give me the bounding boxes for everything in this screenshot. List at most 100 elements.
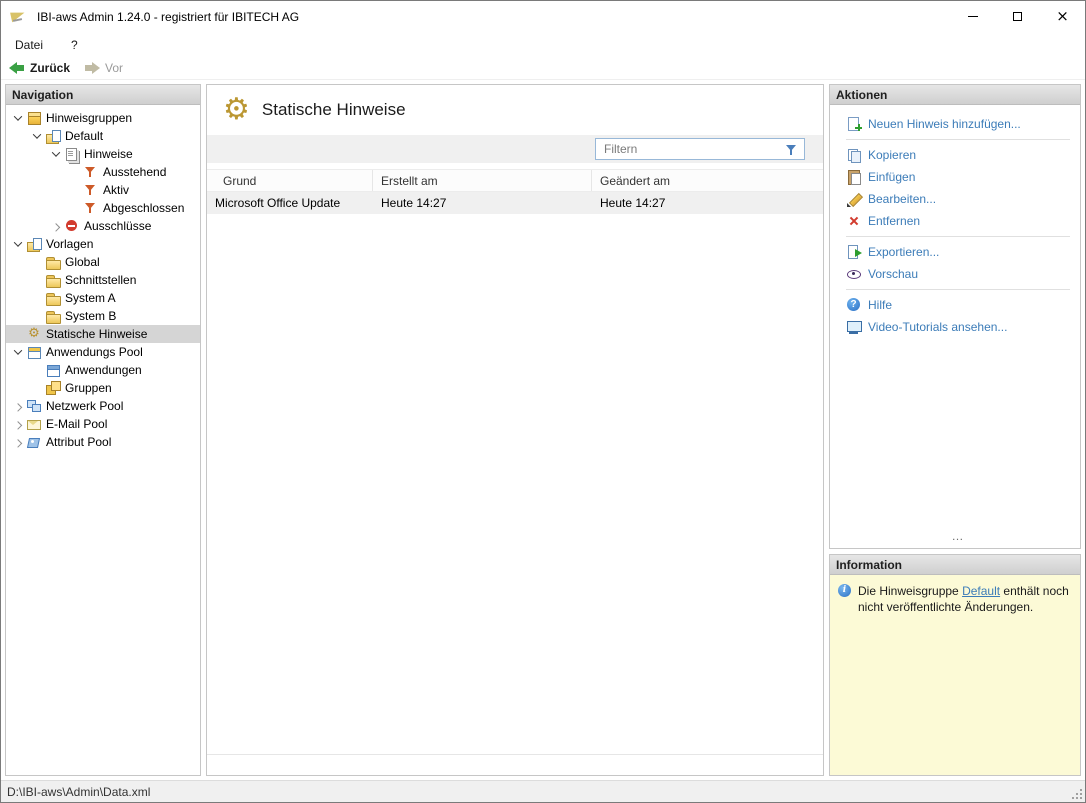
folder-page-icon bbox=[45, 128, 61, 144]
tree-item-label: Global bbox=[65, 255, 100, 269]
column-header-erstellt-am[interactable]: Erstellt am bbox=[373, 170, 592, 191]
funnel-icon bbox=[83, 200, 99, 216]
chevron-down-icon[interactable] bbox=[13, 347, 23, 357]
tree-item-label: Aktiv bbox=[103, 183, 129, 197]
tree-item-label: Ausstehend bbox=[103, 165, 166, 179]
funnel-icon bbox=[83, 164, 99, 180]
action-label: Vorschau bbox=[868, 267, 918, 281]
filter-input[interactable] bbox=[596, 142, 804, 156]
menu-help[interactable]: ? bbox=[71, 38, 78, 52]
action-paste[interactable]: Einfügen bbox=[846, 166, 1070, 188]
back-button[interactable]: Zurück bbox=[9, 61, 70, 75]
action-video-tutorials[interactable]: Video-Tutorials ansehen... bbox=[846, 316, 1070, 338]
actions-body: Neuen Hinweis hinzufügen... Kopieren Ein… bbox=[830, 105, 1080, 548]
chevron-right-icon[interactable] bbox=[51, 221, 61, 231]
chevron-right-icon[interactable] bbox=[13, 419, 23, 429]
default-group-link[interactable]: Default bbox=[962, 584, 1000, 598]
chevron-down-icon[interactable] bbox=[32, 131, 42, 141]
tree-item-label: Anwendungs Pool bbox=[46, 345, 143, 359]
minimize-button[interactable] bbox=[950, 1, 995, 32]
sidebar-item-e-mail-pool[interactable]: E-Mail Pool bbox=[6, 415, 200, 433]
sidebar-item-hinweise[interactable]: Hinweise bbox=[6, 145, 200, 163]
groups-icon bbox=[45, 380, 61, 396]
chevron-down-icon[interactable] bbox=[13, 239, 23, 249]
actions-overflow[interactable]: … bbox=[846, 529, 1070, 544]
tree-item-label: System B bbox=[65, 309, 116, 323]
help-icon bbox=[846, 297, 862, 313]
forward-button[interactable]: Vor bbox=[84, 61, 123, 75]
folder-icon bbox=[45, 272, 61, 288]
close-button[interactable]: × bbox=[1040, 1, 1085, 32]
sidebar-item-system-b[interactable]: System B bbox=[6, 307, 200, 325]
chevron-down-icon[interactable] bbox=[13, 113, 23, 123]
maximize-icon bbox=[1013, 12, 1022, 21]
filter-band bbox=[207, 135, 823, 163]
sidebar-item-vorlagen[interactable]: Vorlagen bbox=[6, 235, 200, 253]
action-label: Entfernen bbox=[868, 214, 920, 228]
filter-funnel-icon[interactable] bbox=[784, 142, 800, 158]
tree-item-label: E-Mail Pool bbox=[46, 417, 107, 431]
action-preview[interactable]: Vorschau bbox=[846, 263, 1070, 285]
sidebar-item-ausstehend[interactable]: Ausstehend bbox=[6, 163, 200, 181]
sidebar-item-ausschluesse[interactable]: Ausschlüsse bbox=[6, 217, 200, 235]
tree-item-label: Ausschlüsse bbox=[84, 219, 151, 233]
action-label: Neuen Hinweis hinzufügen... bbox=[868, 117, 1021, 131]
tree-item-label: Attribut Pool bbox=[46, 435, 111, 449]
title-bar[interactable]: IBI-aws Admin 1.24.0 - registriert für I… bbox=[1, 1, 1085, 32]
mail-icon bbox=[26, 416, 42, 432]
action-remove[interactable]: Entfernen bbox=[846, 210, 1070, 232]
sidebar-item-system-a[interactable]: System A bbox=[6, 289, 200, 307]
action-help[interactable]: Hilfe bbox=[846, 294, 1070, 316]
action-add-hint[interactable]: Neuen Hinweis hinzufügen... bbox=[846, 113, 1070, 135]
sidebar-item-hinweisgruppen[interactable]: Hinweisgruppen bbox=[6, 109, 200, 127]
column-header-grund[interactable]: Grund bbox=[207, 170, 373, 191]
export-icon bbox=[846, 244, 862, 260]
sidebar-item-aktiv[interactable]: Aktiv bbox=[6, 181, 200, 199]
sidebar-item-attribut-pool[interactable]: Attribut Pool bbox=[6, 433, 200, 451]
cell-geaendert-am: Heute 14:27 bbox=[592, 192, 823, 214]
chevron-right-icon[interactable] bbox=[13, 437, 23, 447]
tree-item-label: Hinweise bbox=[84, 147, 133, 161]
sidebar-item-anwendungen[interactable]: Anwendungen bbox=[6, 361, 200, 379]
folder-icon bbox=[45, 254, 61, 270]
apps-pool-icon bbox=[26, 344, 42, 360]
sidebar-item-default[interactable]: Default bbox=[6, 127, 200, 145]
package-icon bbox=[26, 110, 42, 126]
resize-grip[interactable] bbox=[1070, 787, 1082, 799]
copy-icon bbox=[846, 147, 862, 163]
tool-bar: Zurück Vor bbox=[1, 57, 1085, 80]
tree-item-label: System A bbox=[65, 291, 116, 305]
client-area: Navigation Hinweisgruppen Default Hinwei… bbox=[1, 80, 1085, 780]
sidebar-item-schnittstellen[interactable]: Schnittstellen bbox=[6, 271, 200, 289]
information-message: Die Hinweisgruppe Default enthält noch n… bbox=[858, 583, 1072, 615]
sidebar-item-gruppen[interactable]: Gruppen bbox=[6, 379, 200, 397]
tree-item-label: Anwendungen bbox=[65, 363, 142, 377]
actions-header: Aktionen bbox=[830, 85, 1080, 105]
sidebar-item-statische-hinweise[interactable]: Statische Hinweise bbox=[6, 325, 200, 343]
edit-pencil-icon bbox=[846, 191, 862, 207]
eye-icon bbox=[846, 266, 862, 282]
menu-datei[interactable]: Datei bbox=[15, 38, 43, 52]
table-row[interactable]: Microsoft Office Update Heute 14:27 Heut… bbox=[207, 192, 823, 214]
maximize-button[interactable] bbox=[995, 1, 1040, 32]
information-body: Die Hinweisgruppe Default enthält noch n… bbox=[830, 575, 1080, 775]
sidebar-item-global[interactable]: Global bbox=[6, 253, 200, 271]
action-label: Exportieren... bbox=[868, 245, 939, 259]
chevron-right-icon[interactable] bbox=[13, 401, 23, 411]
action-label: Kopieren bbox=[868, 148, 916, 162]
sidebar-item-netzwerk-pool[interactable]: Netzwerk Pool bbox=[6, 397, 200, 415]
no-entry-icon bbox=[64, 218, 80, 234]
column-header-geaendert-am[interactable]: Geändert am bbox=[592, 170, 823, 191]
action-label: Video-Tutorials ansehen... bbox=[868, 320, 1007, 334]
window-icon bbox=[45, 362, 61, 378]
sidebar-item-anwendungs-pool[interactable]: Anwendungs Pool bbox=[6, 343, 200, 361]
tree-item-label: Default bbox=[65, 129, 103, 143]
close-icon: × bbox=[1056, 9, 1069, 24]
hints-list: Grund Erstellt am Geändert am Microsoft … bbox=[207, 163, 823, 755]
chevron-down-icon[interactable] bbox=[51, 149, 61, 159]
action-export[interactable]: Exportieren... bbox=[846, 241, 1070, 263]
action-label: Bearbeiten... bbox=[868, 192, 936, 206]
action-edit[interactable]: Bearbeiten... bbox=[846, 188, 1070, 210]
action-copy[interactable]: Kopieren bbox=[846, 144, 1070, 166]
sidebar-item-abgeschlossen[interactable]: Abgeschlossen bbox=[6, 199, 200, 217]
